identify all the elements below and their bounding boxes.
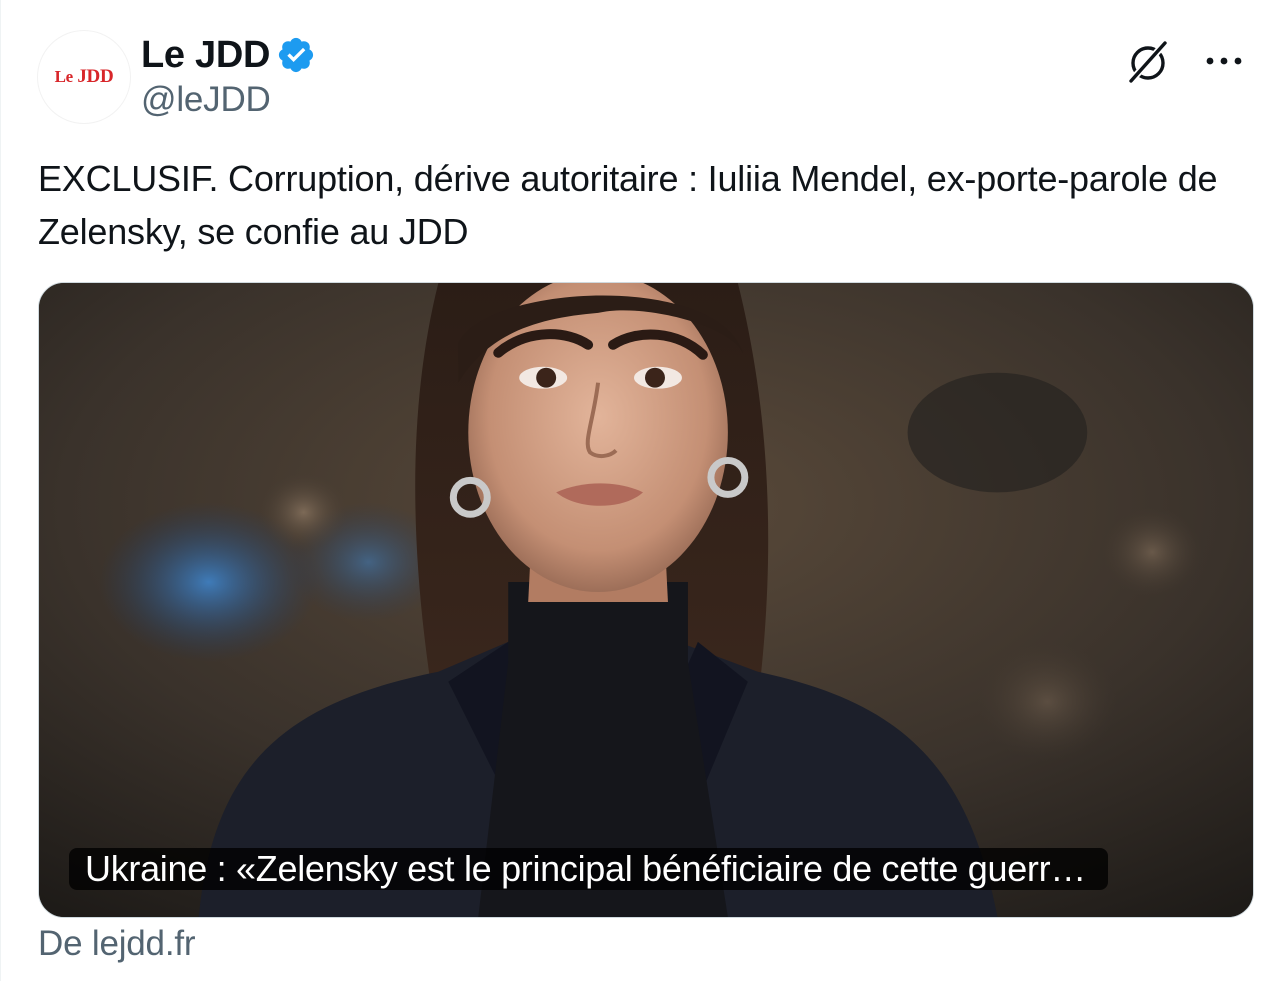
dots-icon [1206, 57, 1242, 65]
tweet-text: EXCLUSIF. Corruption, dérive autoritaire… [38, 158, 1218, 252]
header-actions [1124, 36, 1246, 86]
tweet-header: Le JDD Le JDD @leJDD [37, 28, 1250, 128]
le-jdd-logo: Le JDD [54, 66, 114, 87]
more-options-icon[interactable] [1202, 39, 1246, 83]
avatar[interactable]: Le JDD [37, 30, 131, 124]
tweet: Le JDD Le JDD @leJDD EXCLUSIF. Corruptio… [0, 0, 1280, 981]
author-names: Le JDD @leJDD [141, 32, 316, 120]
card-source[interactable]: De lejdd.fr [38, 924, 196, 964]
grok-icon[interactable] [1124, 36, 1174, 86]
display-name-row: Le JDD [141, 32, 316, 78]
link-card[interactable]: Ukraine : «Zelensky est le principal bén… [38, 282, 1254, 918]
card-caption: Ukraine : «Zelensky est le principal bén… [69, 848, 1108, 890]
display-name[interactable]: Le JDD [141, 34, 270, 77]
handle[interactable]: @leJDD [141, 80, 316, 120]
card-image [39, 283, 1253, 917]
verified-badge-icon[interactable] [276, 35, 316, 75]
